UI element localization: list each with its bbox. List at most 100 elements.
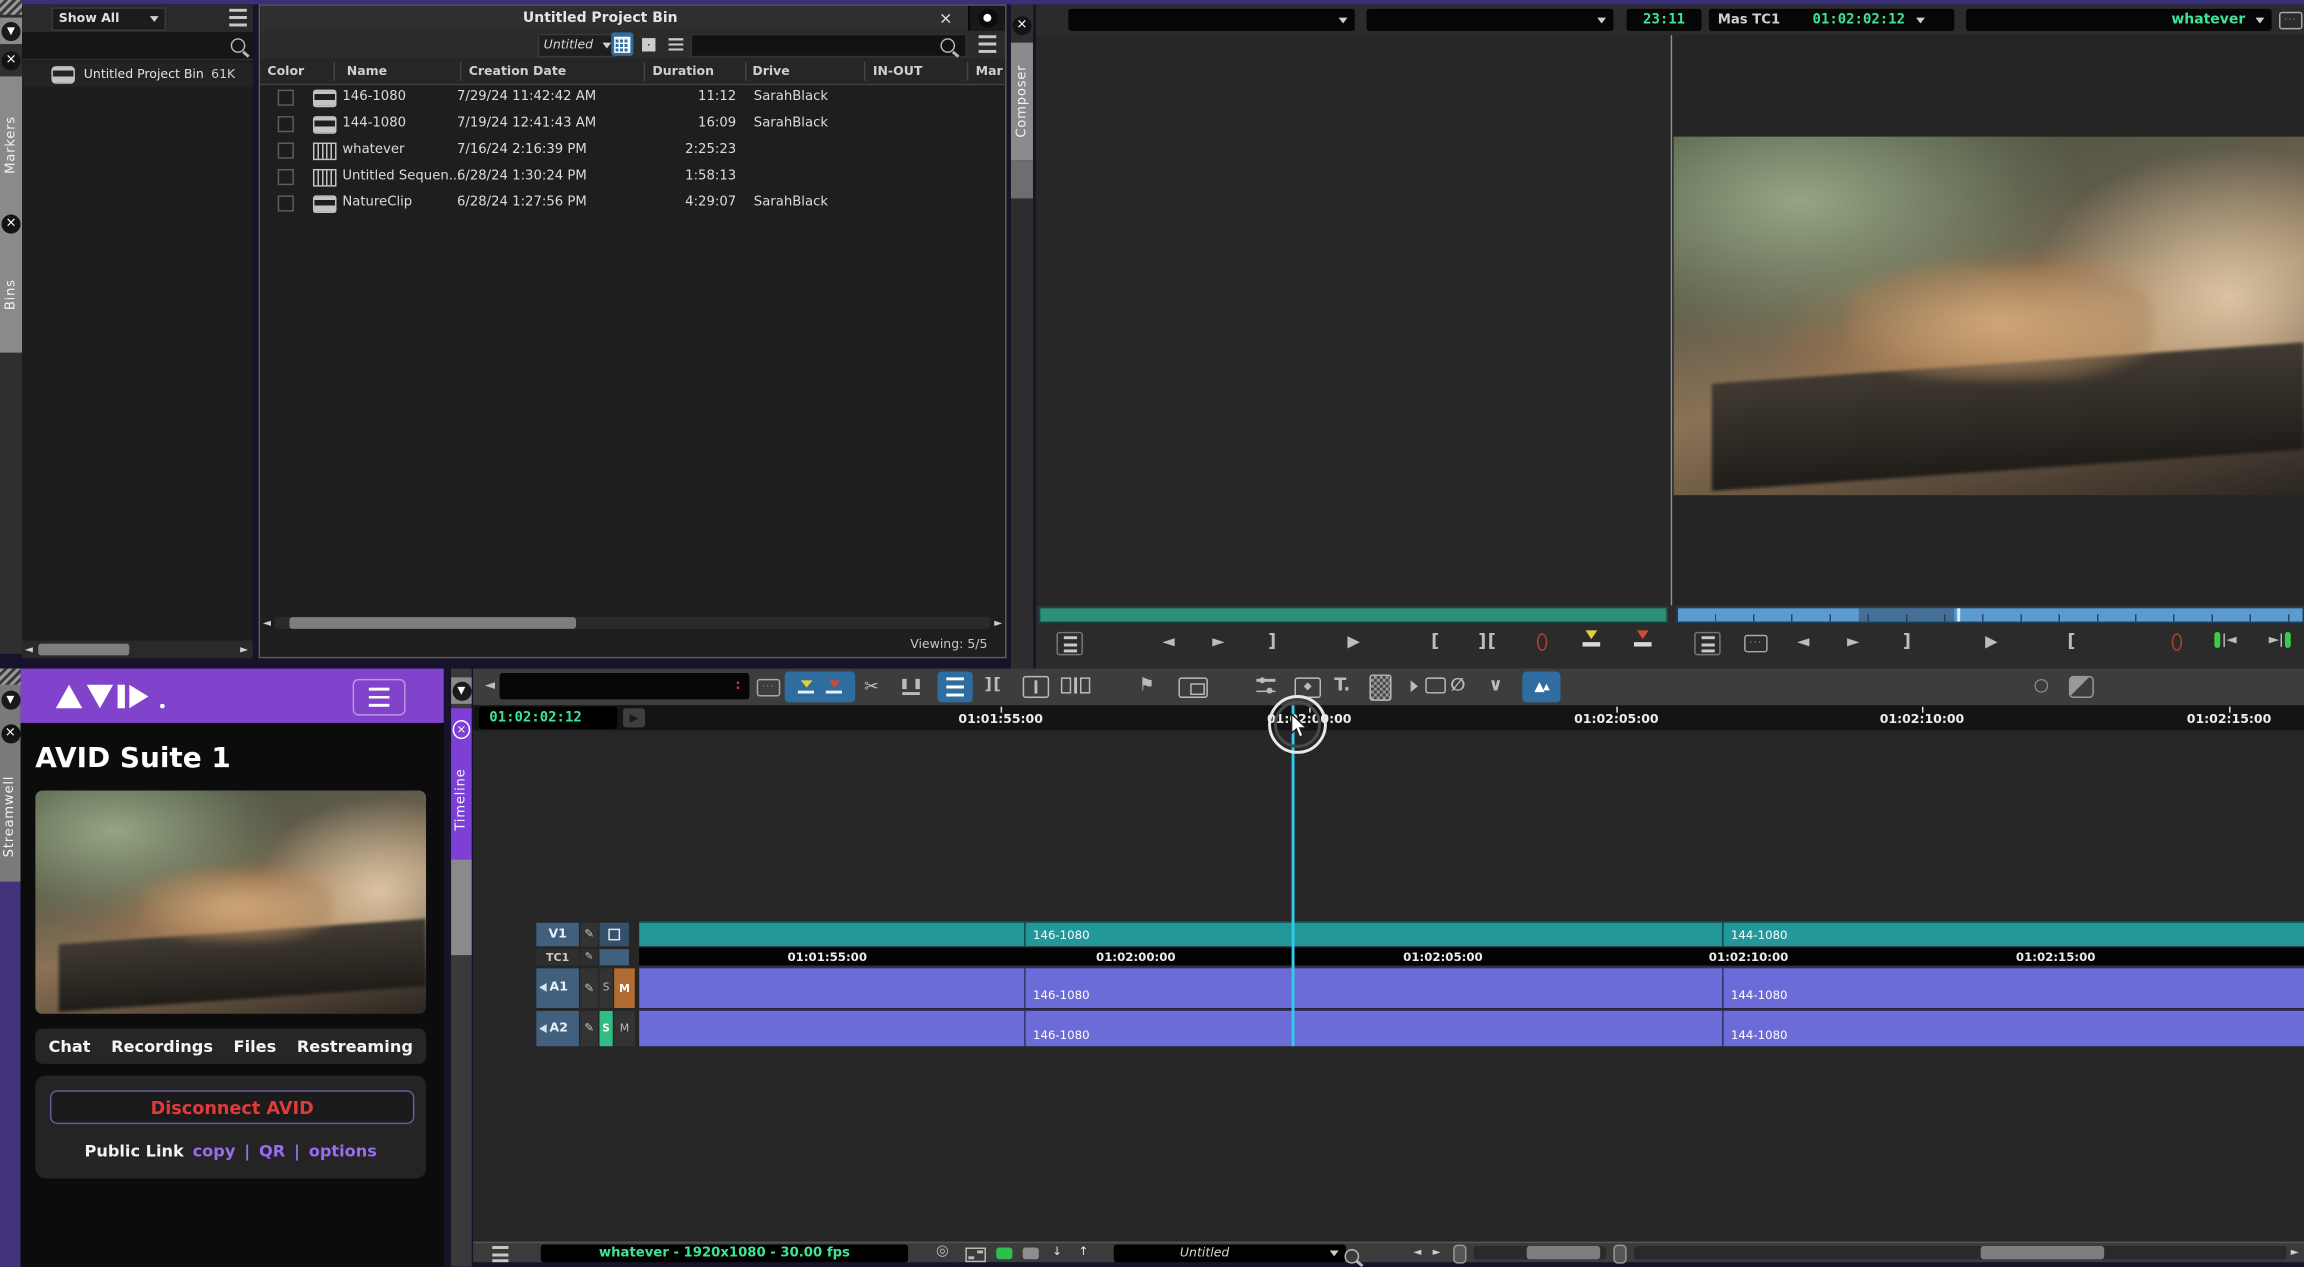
- source-clip-dropdown[interactable]: [1068, 9, 1355, 31]
- timeline-timecode-display[interactable]: 01:02:02:12: [479, 707, 617, 729]
- scroll-left-arrow[interactable]: ◄: [25, 644, 33, 656]
- source-position-bar[interactable]: [1039, 607, 1668, 623]
- project-panel-hscroll[interactable]: ◄ ►: [22, 641, 253, 659]
- tab-markers[interactable]: Markers: [0, 82, 22, 208]
- sequence-dropdown[interactable]: whatever: [1966, 9, 2272, 31]
- workspace-icon[interactable]: [965, 1248, 986, 1263]
- search-icon[interactable]: [1344, 1248, 1359, 1263]
- audio-clip-label[interactable]: 146-1080: [1033, 989, 1090, 1002]
- bin-search-field[interactable]: [691, 34, 967, 58]
- color-checkbox[interactable]: [278, 195, 294, 211]
- mark-out-button[interactable]: ]: [1268, 630, 1276, 651]
- audio-clip-label[interactable]: 144-1080: [1731, 989, 1788, 1002]
- close-markers-button[interactable]: ×: [0, 212, 22, 236]
- a2-track[interactable]: 146-1080 144-1080: [639, 1009, 2304, 1046]
- go-to-in-button[interactable]: |◄: [2214, 632, 2236, 648]
- bin-view-frame-button[interactable]: [638, 32, 660, 56]
- position-indicator[interactable]: [1957, 608, 1960, 621]
- bin-fast-menu-button[interactable]: [977, 35, 998, 53]
- search-icon[interactable]: [231, 38, 246, 53]
- a1-mute-button[interactable]: M: [614, 968, 635, 1008]
- bin-pin-button[interactable]: ●: [968, 6, 1005, 31]
- target-icon[interactable]: ◎: [936, 1243, 949, 1259]
- record-monitor[interactable]: [1674, 35, 2304, 605]
- scroll-thumb[interactable]: [39, 644, 130, 656]
- timeline-ruler[interactable]: 01:01:55:00 01:02:00:00 01:02:05:00 01:0…: [647, 705, 2304, 730]
- zoom-back-arrow[interactable]: ◄: [1414, 1246, 1422, 1258]
- overwrite-button[interactable]: [1634, 630, 1652, 646]
- v1-track[interactable]: 146-1080 144-1080: [639, 921, 2304, 946]
- nav-chat[interactable]: Chat: [48, 1037, 90, 1056]
- col-drive[interactable]: Drive: [752, 65, 789, 80]
- bin-row[interactable]: Untitled Sequen... 6/28/24 1:30:24 PM 1:…: [260, 163, 1005, 189]
- bin-view-script-button[interactable]: [664, 32, 686, 56]
- col-markers[interactable]: Mar: [976, 65, 1003, 80]
- resize-handle[interactable]: [0, 669, 21, 685]
- col-duration[interactable]: Duration: [652, 65, 714, 80]
- project-menu-button[interactable]: [228, 9, 249, 27]
- color-checkbox[interactable]: [278, 90, 294, 106]
- scroll-handle[interactable]: [1613, 1245, 1626, 1264]
- playhead-line[interactable]: [1292, 705, 1295, 1046]
- project-bin-row[interactable]: Untitled Project Bin 61K: [22, 63, 253, 87]
- step-forward-button[interactable]: ►: [1212, 632, 1224, 651]
- timeline-scroll-track[interactable]: [1634, 1246, 2286, 1259]
- color-checkbox[interactable]: [278, 169, 294, 185]
- effect-palette-button[interactable]: [1369, 674, 1391, 700]
- bin-hscroll[interactable]: ◄ ►: [263, 616, 1002, 631]
- lift-overwrite-button[interactable]: [1061, 677, 1090, 693]
- timeline-preset-dropdown[interactable]: Untitled: [1114, 1245, 1346, 1263]
- timeline-fast-menu-button[interactable]: [488, 1246, 512, 1261]
- bin-row[interactable]: 146-1080 7/29/24 11:42:42 AM 11:12 Sarah…: [260, 84, 1005, 110]
- audio-wave-button[interactable]: ∨: [1488, 674, 1502, 695]
- splice-in-button[interactable]: [797, 680, 813, 693]
- clip-gang-icon[interactable]: [1744, 635, 1768, 653]
- sequence-clip-icon[interactable]: [2279, 12, 2303, 30]
- step-backward-button[interactable]: ◄: [1797, 632, 1809, 651]
- a1-track[interactable]: 146-1080 144-1080: [639, 967, 2304, 1008]
- arrow-up-icon[interactable]: ↑: [1079, 1245, 1089, 1258]
- project-search-row[interactable]: [22, 32, 253, 60]
- timeline-scroll-thumb[interactable]: [1981, 1246, 2104, 1259]
- render-button[interactable]: [2069, 676, 2094, 698]
- audio-clip-label[interactable]: 144-1080: [1731, 1029, 1788, 1042]
- options-link[interactable]: options: [309, 1141, 377, 1160]
- segment-overwrite-button[interactable]: ][: [984, 674, 1002, 693]
- go-to-out-button[interactable]: ►|: [2269, 632, 2291, 648]
- focus-back-button[interactable]: ◄: [485, 679, 495, 694]
- bin-row[interactable]: 144-1080 7/19/24 12:41:43 AM 16:09 Sarah…: [260, 110, 1005, 136]
- trim-mode-button[interactable]: [902, 679, 920, 695]
- tc1-box[interactable]: [600, 948, 629, 964]
- color-checkbox[interactable]: [278, 116, 294, 132]
- motion-effect-button[interactable]: ▲▴: [1522, 672, 1560, 703]
- scroll-track[interactable]: [275, 617, 989, 629]
- zoom-scroll-thumb[interactable]: [1527, 1246, 1600, 1259]
- show-all-dropdown[interactable]: Show All: [51, 7, 166, 31]
- color-checkbox[interactable]: [278, 143, 294, 159]
- video-quality-button[interactable]: [1411, 677, 1446, 693]
- bin-close-button[interactable]: ×: [939, 9, 953, 28]
- avid-panel-menu-button[interactable]: [353, 679, 406, 716]
- track-header-a1[interactable]: A1 ✎ S M: [536, 967, 639, 1008]
- disconnect-avid-button[interactable]: Disconnect AVID: [50, 1090, 414, 1124]
- nav-recordings[interactable]: Recordings: [111, 1037, 213, 1056]
- nav-restreaming[interactable]: Restreaming: [297, 1037, 413, 1056]
- extract-splice-button[interactable]: [1023, 676, 1049, 698]
- close-markers-panel-button[interactable]: ×: [0, 48, 22, 73]
- clip-name[interactable]: NatureClip: [342, 195, 412, 210]
- col-creation-date[interactable]: Creation Date: [469, 65, 567, 80]
- collapse-arrow-button[interactable]: ▼: [451, 677, 472, 703]
- video-clip-toggle[interactable]: [996, 1248, 1012, 1260]
- clip-name[interactable]: 146-1080: [342, 90, 406, 105]
- text-tool-button[interactable]: T.: [1334, 674, 1350, 695]
- clip-name[interactable]: 144-1080: [342, 116, 406, 131]
- scroll-right-arrow[interactable]: ►: [2291, 1246, 2299, 1258]
- track-header-tc1[interactable]: TC1 ✎: [536, 948, 639, 966]
- segment-insert-button[interactable]: [937, 672, 972, 703]
- tab-timeline[interactable]: × Timeline: [451, 708, 472, 859]
- tab-composer[interactable]: Composer: [1011, 43, 1033, 161]
- source-monitor[interactable]: [1039, 35, 1671, 605]
- mark-in-button[interactable]: [: [1431, 630, 1439, 651]
- collapse-arrow-button[interactable]: ▼: [0, 688, 21, 712]
- bin-row[interactable]: NatureClip 6/28/24 1:27:56 PM 4:29:07 Sa…: [260, 190, 1005, 216]
